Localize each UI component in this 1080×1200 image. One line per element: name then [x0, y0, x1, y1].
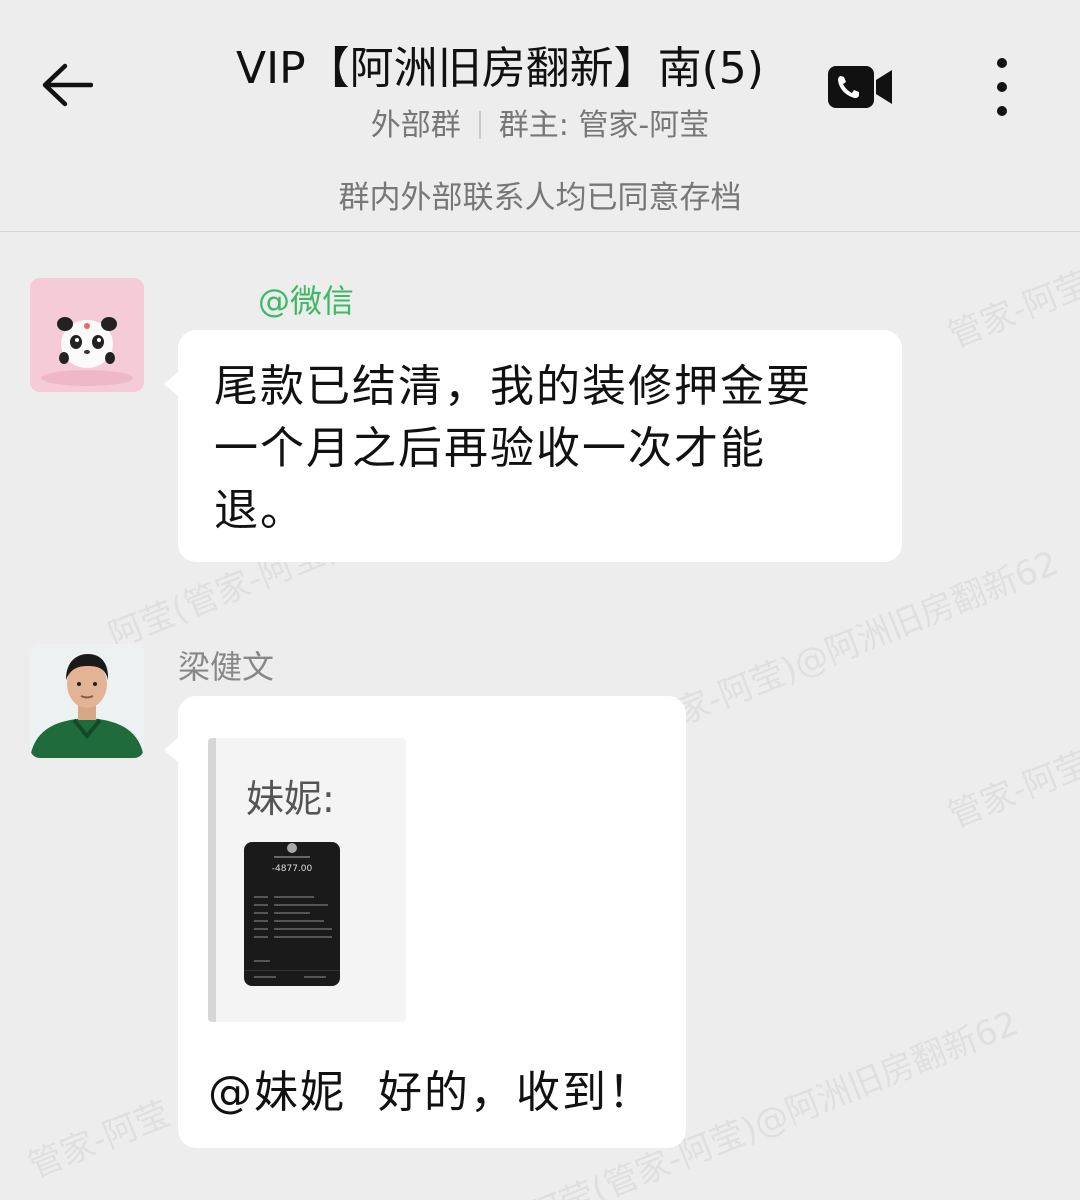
more-options-button[interactable]	[980, 52, 1024, 122]
quoted-message[interactable]: 妹妮: -4877.00	[208, 738, 406, 1022]
person-avatar-icon	[30, 644, 144, 758]
archive-notice: 群内外部联系人均已同意存档	[338, 180, 742, 216]
chat-header: VIP【阿洲旧房翻新】南(5) 外部群 群主: 管家-阿莹 群内外部联系人均已同意…	[0, 0, 1080, 232]
watermark-text: 管家-阿莹	[942, 743, 1080, 837]
group-owner-label: 群主: 管家-阿莹	[498, 108, 710, 143]
divider	[478, 111, 481, 139]
more-dot-icon	[997, 106, 1007, 116]
sender-name: 梁健文	[178, 648, 275, 686]
sender-name: @微信	[258, 282, 355, 320]
avatar-panda[interactable]	[30, 278, 144, 392]
chat-subtitle: 外部群 群主: 管家-阿莹	[250, 100, 830, 144]
message-line: 退。	[214, 485, 306, 536]
quoted-sender: 妹妮:	[246, 777, 335, 821]
avatar-user[interactable]	[30, 644, 144, 758]
message-bubble[interactable]: 妹妮: -4877.00 @妹妮 好的，收到！	[164, 696, 686, 1148]
quoted-image-thumbnail[interactable]: -4877.00	[244, 842, 340, 986]
more-dot-icon	[997, 82, 1007, 92]
message-text: @妹妮 好的，收到！	[208, 1067, 654, 1118]
chat-screen: 管家-阿莹 阿莹(管家-阿莹)@阿洲旧房翻新62 阿莹(管家-阿莹)@阿洲旧房翻…	[0, 0, 1080, 1200]
message-line: 尾款已结清，我的装修押金要	[214, 361, 812, 412]
chat-title: VIP【阿洲旧房翻新】南(5)	[236, 43, 764, 94]
back-button[interactable]	[32, 50, 102, 120]
message-bubble[interactable]: 尾款已结清，我的装修押金要 一个月之后再验收一次才能 退。	[164, 330, 902, 562]
video-call-icon	[828, 66, 892, 108]
watermark-text: 管家-阿莹	[22, 1093, 176, 1187]
group-type-label: 外部群	[370, 108, 461, 143]
video-call-button[interactable]	[826, 62, 894, 112]
arrow-left-icon	[42, 63, 93, 107]
watermark-text: 管家-阿莹	[942, 263, 1080, 357]
transaction-amount: -4877.00	[271, 864, 313, 874]
more-dot-icon	[997, 58, 1007, 68]
panda-avatar-icon	[30, 278, 144, 392]
message-text: 尾款已结清，我的装修押金要 一个月之后再验收一次才能 退。	[214, 356, 812, 542]
message-line: 一个月之后再验收一次才能	[214, 423, 766, 474]
